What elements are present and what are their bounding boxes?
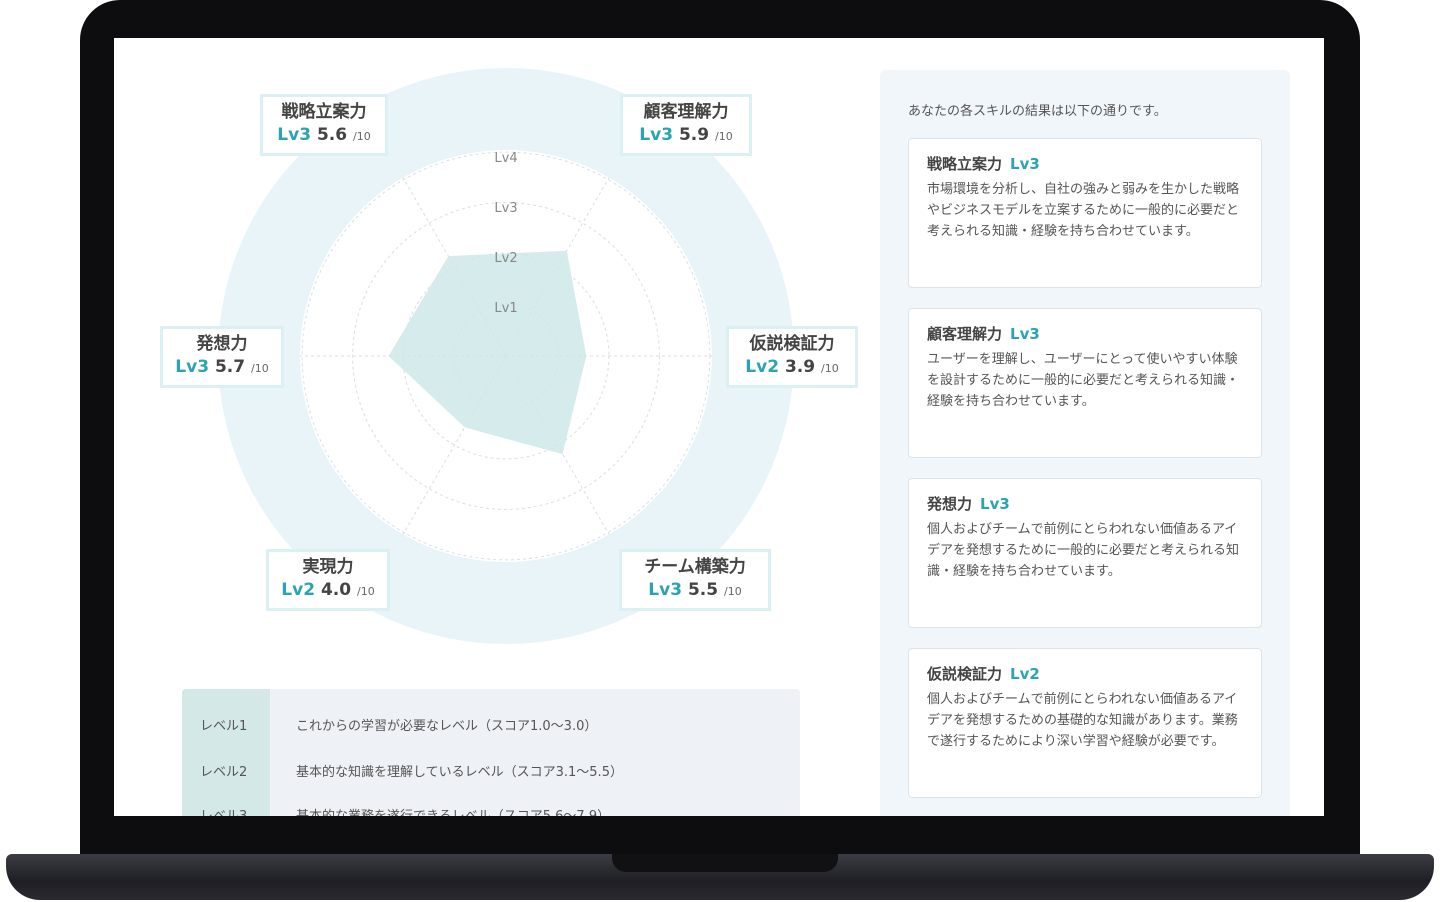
card-title-row: 顧客理解力 Lv3 xyxy=(927,323,1243,345)
skill-level: Lv2 xyxy=(745,357,780,377)
skill-label-strategy: 戦略立案力 Lv3 5.6 /10 xyxy=(260,94,388,156)
screen: Lv1 Lv2 Lv3 Lv4 戦略立案力 Lv3 5.6 /10 顧客理解力 Lv3… xyxy=(114,38,1324,816)
skill-name: 発想力 xyxy=(196,334,248,354)
skill-label-hypothesis: 仮説検証力 Lv2 3.9 /10 xyxy=(726,326,858,388)
laptop-base xyxy=(6,854,1434,900)
results-panel: あなたの各スキルの結果は以下の通りです。 戦略立案力 Lv3 市場環境を分析し、自… xyxy=(880,70,1290,816)
radar-level-label: Lv1 xyxy=(494,301,517,316)
card-body: 個人およびチームで前例にとらわれない価値あるアイデアを発想するための基礎的な知識… xyxy=(927,692,1238,749)
radar-chart: Lv1 Lv2 Lv3 Lv4 戦略立案力 Lv3 5.6 /10 顧客理解力 Lv3… xyxy=(114,38,884,688)
skill-name: 戦略立案力 xyxy=(281,102,367,122)
radar-level-label: Lv2 xyxy=(494,251,517,266)
card-title: 発想力 xyxy=(927,495,973,513)
skill-name: 仮説検証力 xyxy=(749,334,835,354)
skill-score: 4.0 xyxy=(320,580,352,600)
radar-level-label: Lv3 xyxy=(494,201,517,216)
card-title: 仮説検証力 xyxy=(927,665,1003,683)
card-body: 市場環境を分析し、自社の強みと弱みを生かした戦略やビジネスモデルを立案するために… xyxy=(927,182,1240,239)
level-legend-table: レベル1 これからの学習が必要なレベル（スコア1.0〜3.0） レベル2 基本的… xyxy=(182,689,800,816)
skill-label-team: チーム構築力 Lv3 5.5 /10 xyxy=(619,549,771,611)
result-card: 発想力 Lv3 個人およびチームで前例にとらわれない価値あるアイデアを発想するため… xyxy=(908,478,1262,628)
skill-level: Lv3 xyxy=(175,357,210,377)
skill-level: Lv3 xyxy=(277,125,312,145)
level-row: レベル3 基本的な業務を遂行できるレベル（スコア5.6〜7.9） xyxy=(182,799,800,816)
level-row: レベル1 これからの学習が必要なレベル（スコア1.0〜3.0） xyxy=(182,709,800,739)
card-level: Lv2 xyxy=(1010,665,1040,683)
result-card: 顧客理解力 Lv3 ユーザーを理解し、ユーザーにとって使いやすい体験を設計するため… xyxy=(908,308,1262,458)
card-title: 戦略立案力 xyxy=(927,155,1003,173)
skill-level: Lv2 xyxy=(281,580,316,600)
skill-score: 3.9 xyxy=(784,357,816,377)
level-name: レベル1 xyxy=(200,719,248,734)
level-desc: 基本的な業務を遂行できるレベル（スコア5.6〜7.9） xyxy=(296,805,610,816)
skill-label-ideation: 発想力 Lv3 5.7 /10 xyxy=(160,326,284,388)
skill-score: 5.5 xyxy=(687,580,719,600)
card-level: Lv3 xyxy=(1010,325,1040,343)
card-title-row: 発想力 Lv3 xyxy=(927,493,1243,515)
card-level: Lv3 xyxy=(980,495,1010,513)
skill-max: /10 xyxy=(821,362,839,375)
skill-label-execution: 実現力 Lv2 4.0 /10 xyxy=(266,549,390,611)
level-row: レベル2 基本的な知識を理解しているレベル（スコア3.1〜5.5） xyxy=(182,755,800,785)
card-title-row: 戦略立案力 Lv3 xyxy=(927,153,1243,175)
result-card: 仮説検証力 Lv2 個人およびチームで前例にとらわれない価値あるアイデアを発想する… xyxy=(908,648,1262,798)
skill-score: 5.7 xyxy=(214,357,246,377)
panel-intro: あなたの各スキルの結果は以下の通りです。 xyxy=(908,104,1167,119)
skill-level: Lv3 xyxy=(648,580,683,600)
skill-max: /10 xyxy=(715,130,733,143)
result-card: 戦略立案力 Lv3 市場環境を分析し、自社の強みと弱みを生かした戦略やビジネスモデ… xyxy=(908,138,1262,288)
level-name: レベル2 xyxy=(200,765,248,780)
card-title-row: 仮説検証力 Lv2 xyxy=(927,663,1243,685)
skill-label-customer: 顧客理解力 Lv3 5.9 /10 xyxy=(620,94,752,156)
skill-max: /10 xyxy=(353,130,371,143)
skill-max: /10 xyxy=(724,585,742,598)
level-name: レベル3 xyxy=(200,805,270,816)
skill-max: /10 xyxy=(251,362,269,375)
radar-level-label: Lv4 xyxy=(494,151,517,166)
card-title: 顧客理解力 xyxy=(927,325,1003,343)
card-body: 個人およびチームで前例にとらわれない価値あるアイデアを発想するために一般的に必要… xyxy=(927,522,1240,579)
laptop-notch xyxy=(612,854,838,872)
card-level: Lv3 xyxy=(1010,155,1040,173)
level-desc: 基本的な知識を理解しているレベル（スコア3.1〜5.5） xyxy=(296,765,623,780)
skill-name: 顧客理解力 xyxy=(643,102,729,122)
skill-max: /10 xyxy=(357,585,375,598)
skill-level: Lv3 xyxy=(639,125,674,145)
skill-name: チーム構築力 xyxy=(644,557,746,577)
skill-score: 5.6 xyxy=(316,125,348,145)
level-desc: これからの学習が必要なレベル（スコア1.0〜3.0） xyxy=(296,719,598,734)
skill-name: 実現力 xyxy=(302,557,354,577)
card-body: ユーザーを理解し、ユーザーにとって使いやすい体験を設計するために一般的に必要だと… xyxy=(927,352,1240,409)
skill-score: 5.9 xyxy=(678,125,710,145)
